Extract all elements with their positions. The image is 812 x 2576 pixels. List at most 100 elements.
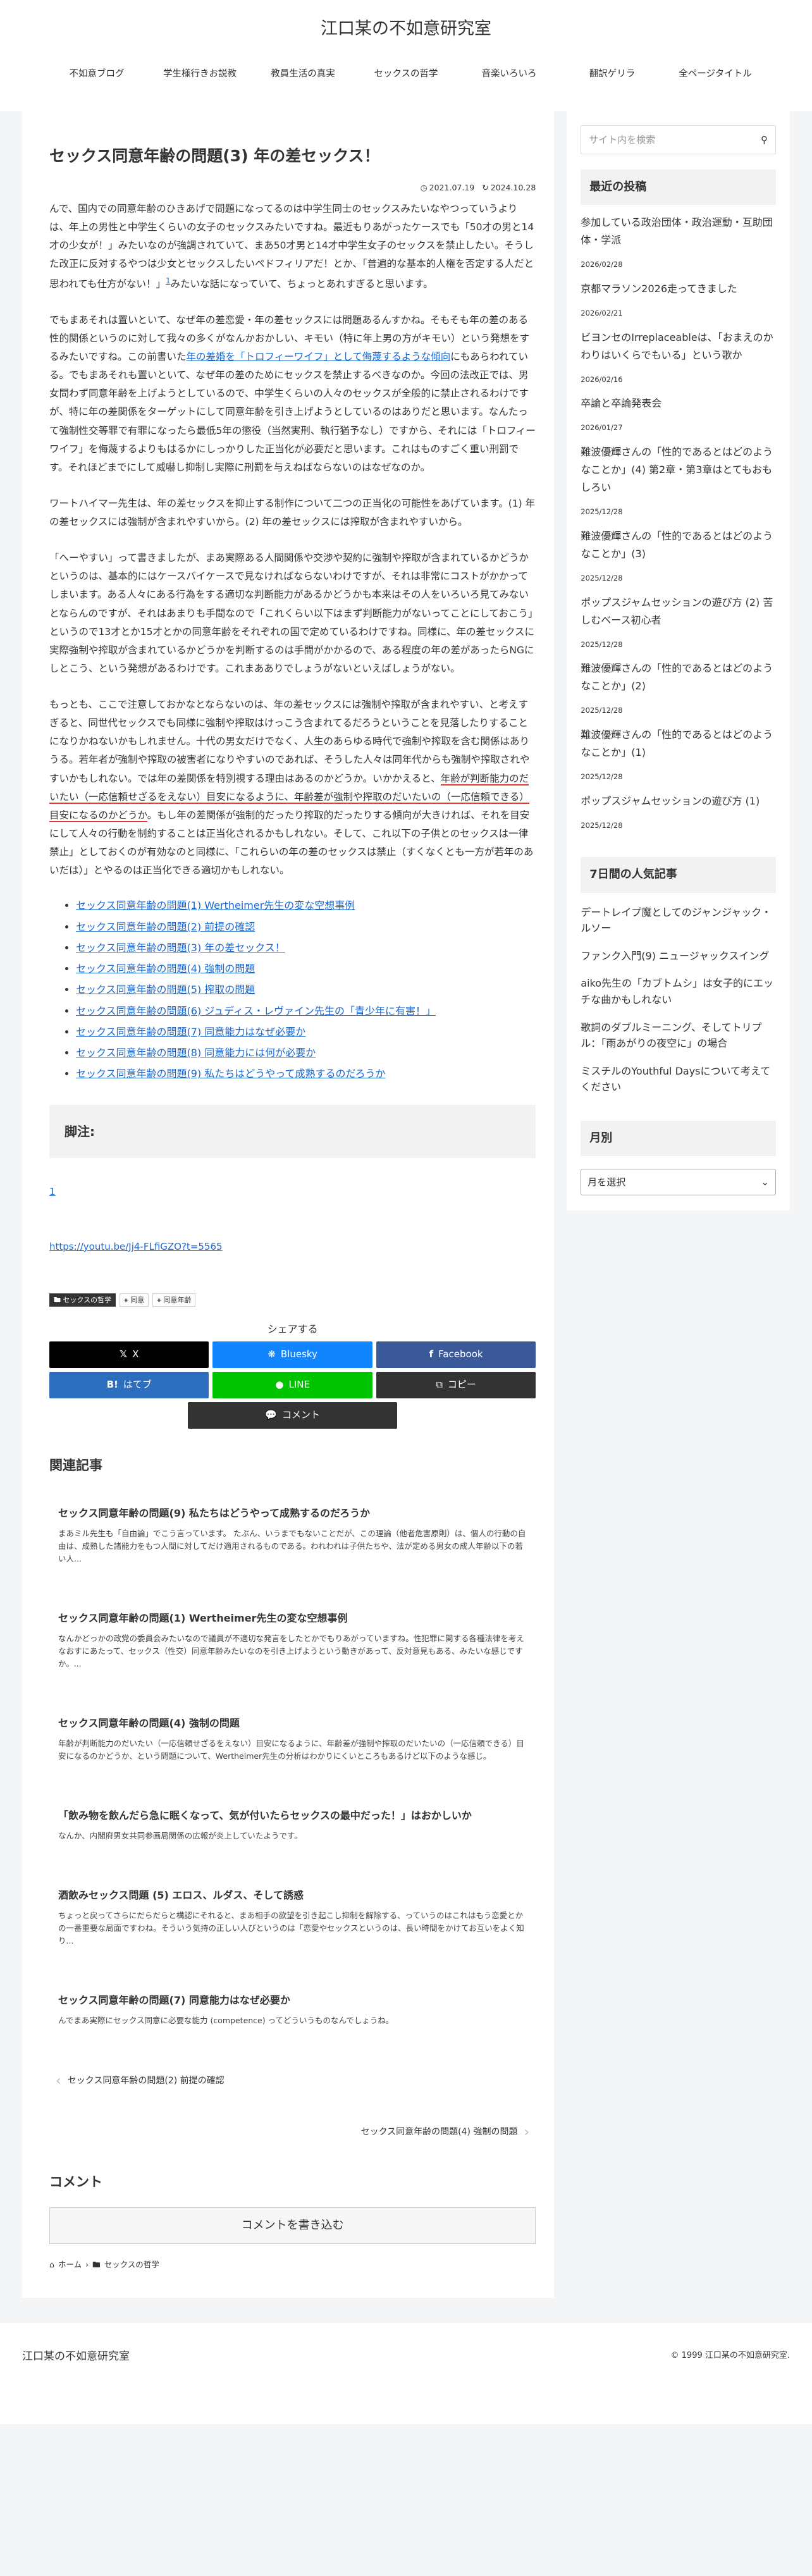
butterfly-icon: ❋ bbox=[268, 1348, 276, 1360]
comment-jump-button[interactable]: 💬 コメント bbox=[188, 1402, 398, 1429]
list-item[interactable]: 難波優輝さんの「性的であるとはどのようなことか」(4) 第2章・第3章はとてもお… bbox=[581, 443, 776, 519]
sidebar: サイト内を検索 ⚲ 最近の投稿 参加している政治団体・政治運動・互助団体・学派 2… bbox=[567, 111, 790, 2298]
list-item[interactable]: ビヨンセのIrreplaceableは、「おまえのかわりはいくらでもいる」という… bbox=[581, 329, 776, 386]
nav-item-blog[interactable]: 不如意ブログ bbox=[46, 66, 149, 82]
write-comment-button[interactable]: コメントを書き込む bbox=[49, 2207, 536, 2245]
series-link[interactable]: セックス同意年齢の問題(9) 私たちはどうやって成熟するのだろうか bbox=[76, 1068, 386, 1080]
list-item[interactable]: 参加している政治団体・政治運動・互助団体・学派 2026/02/28 bbox=[581, 214, 776, 271]
paragraph-2: でもまあそれは置いといて、なぜ年の差恋愛・年の差セックスには問題あるんすかね。そ… bbox=[49, 314, 536, 473]
list-item[interactable]: ファンク入門(9) ニュージャックスイング bbox=[581, 948, 776, 964]
site-footer: 江口某の不如意研究室 © 1999 江口某の不如意研究室. bbox=[0, 2322, 812, 2424]
breadcrumb-category[interactable]: セックスの哲学 bbox=[104, 2258, 159, 2272]
copy-button[interactable]: ⧉ コピー bbox=[376, 1371, 536, 1398]
paragraph-3: ワートハイマー先生は、年の差セックスを抑止する制作について二つの正当化の可能性を… bbox=[49, 497, 536, 528]
folder-icon: 🖿 bbox=[54, 1295, 61, 1304]
related-item[interactable]: 「飲み物を飲んだら急に眠くなって、気が付いたらセックスの最中だった！」はおかしい… bbox=[49, 1798, 536, 1852]
related-heading: 関連記事 bbox=[49, 1457, 102, 1473]
related-title: セックス同意年齢の問題(1) Wertheimer先生の変な空想事例 bbox=[58, 1612, 348, 1624]
list-item: セックス同意年齢の問題(2) 前提の確認 bbox=[76, 916, 536, 937]
series-link[interactable]: セックス同意年齢の問題(3) 年の差セックス！ bbox=[76, 942, 285, 954]
share-hatena-button[interactable]: B! はてブ bbox=[49, 1371, 209, 1398]
series-link[interactable]: セックス同意年齢の問題(5) 搾取の問題 bbox=[76, 983, 255, 995]
series-link[interactable]: セックス同意年齢の問題(7) 同意能力はなぜ必要か bbox=[76, 1026, 305, 1038]
list-item: セックス同意年齢の問題(8) 同意能力には何が必要か bbox=[76, 1042, 536, 1063]
tag[interactable]: ⚹ 同意 bbox=[120, 1293, 149, 1307]
related-item[interactable]: セックス同意年齢の問題(4) 強制の問題 年齢が判断能力のだいたい（一応信頼せざ… bbox=[49, 1706, 536, 1773]
footnote-backlink[interactable]: 1 bbox=[49, 1186, 56, 1197]
related-snippet: ちょっと戻ってさらにだらだらと構認にそれると、まあ相手の欲望を引き起こし抑制を解… bbox=[58, 1910, 524, 1945]
nav-item-sermon[interactable]: 学生様行きお説教 bbox=[149, 66, 252, 82]
month-select[interactable]: 月を選択 ⌄ bbox=[581, 1169, 776, 1196]
list-item: セックス同意年齢の問題(9) 私たちはどうやって成熟するのだろうか bbox=[76, 1063, 536, 1084]
copyright: © 1999 江口某の不如意研究室. bbox=[670, 2350, 790, 2360]
list-item[interactable]: 難波優輝さんの「性的であるとはどのようなことか」(1) 2025/12/28 bbox=[581, 726, 776, 784]
list-item[interactable]: デートレイプ魔としてのジャンジャック・ルソー bbox=[581, 904, 776, 937]
list-item[interactable]: 難波優輝さんの「性的であるとはどのようなことか」(3) 2025/12/28 bbox=[581, 527, 776, 585]
search-icon[interactable]: ⚲ bbox=[761, 132, 768, 149]
related-snippet: なんかどっかの政党の委員会みたいなので議員が不適切な発言をしたとかでもりあがって… bbox=[58, 1633, 524, 1668]
related-item[interactable]: セックス同意年齢の問題(9) 私たちはどうやって成熟するのだろうか まあミル先生… bbox=[49, 1496, 536, 1575]
category-tag[interactable]: 🖿 セックスの哲学 bbox=[49, 1293, 116, 1307]
series-link[interactable]: セックス同意年齢の問題(4) 強制の問題 bbox=[76, 963, 255, 975]
x-icon: 𝕏 bbox=[120, 1348, 128, 1360]
search-input[interactable]: サイト内を検索 ⚲ bbox=[581, 125, 776, 154]
trophy-wife-link[interactable]: 年の差婚を「トロフィーワイフ」として侮蔑するような傾向 bbox=[187, 351, 451, 362]
list-item[interactable]: 歌詞のダブルミーニング、そしてトリプル：「雨あがりの夜空に」の場合 bbox=[581, 1020, 776, 1052]
series-link[interactable]: セックス同意年齢の問題(6) ジュディス・レヴァイン先生の「青少年に有害！」 bbox=[76, 1005, 436, 1017]
series-link[interactable]: セックス同意年齢の問題(8) 同意能力には何が必要か bbox=[76, 1047, 316, 1059]
tag[interactable]: ⚹ 同意年齢 bbox=[152, 1293, 196, 1307]
related-snippet: まあミル先生も「自由論」でこう言っています。 たぶん、いうまでもないことだが、こ… bbox=[58, 1528, 526, 1563]
series-list: セックス同意年齢の問題(1) Wertheimer先生の変な空想事例 セックス同… bbox=[76, 895, 536, 1084]
footer-logo[interactable]: 江口某の不如意研究室 bbox=[22, 2347, 130, 2367]
related-item[interactable]: セックス同意年齢の問題(7) 同意能力はなぜ必要か んでまあ実際にセックス同意に… bbox=[49, 1983, 536, 2037]
comments-heading: コメント bbox=[49, 2174, 102, 2190]
list-item[interactable]: 京都マラソン2026走ってきました 2026/02/21 bbox=[581, 280, 776, 320]
list-item[interactable]: ポップスジャムセッションの遊び方 (2) 苦しむベース初心者 2025/12/28 bbox=[581, 594, 776, 651]
related-snippet: 年齢が判断能力のだいたい（一応信頼せざるをえない）目安になるように、年齢差が強制… bbox=[58, 1738, 524, 1761]
footnote-ref[interactable]: 1 bbox=[166, 276, 171, 285]
paragraph-5: もっとも、ここで注意しておかなとならないのは、年の差セックスには強制や搾取が含ま… bbox=[49, 699, 534, 877]
nav-item-all-titles[interactable]: 全ページタイトル bbox=[664, 66, 767, 82]
archive-heading: 月別 bbox=[581, 1121, 776, 1157]
related-item[interactable]: セックス同意年齢の問題(1) Wertheimer先生の変な空想事例 なんかどっ… bbox=[49, 1601, 536, 1680]
share-bluesky-button[interactable]: ❋ Bluesky bbox=[212, 1341, 372, 1368]
prev-post-link[interactable]: ‹ セックス同意年齢の問題(2) 前提の確認 bbox=[56, 2069, 536, 2094]
nav-item-philosophy[interactable]: セックスの哲学 bbox=[355, 66, 458, 82]
list-item[interactable]: ポップスジャムセッションの遊び方 (1) 2025/12/28 bbox=[581, 792, 776, 832]
list-item[interactable]: aiko先生の「カブトムシ」は女子的にエッチな曲かもしれない bbox=[581, 975, 776, 1008]
list-item[interactable]: ミスチルのYouthful Daysについて考えてください bbox=[581, 1063, 776, 1095]
related-title: 「飲み物を飲んだら急に眠くなって、気が付いたらセックスの最中だった！」はおかしい… bbox=[58, 1809, 472, 1821]
global-nav: 不如意ブログ 学生様行きお説教 教員生活の真実 セックスの哲学 音楽いろいろ 翻… bbox=[0, 66, 812, 82]
line-icon: ● bbox=[275, 1379, 284, 1391]
related-list: セックス同意年齢の問題(9) 私たちはどうやって成熟するのだろうか まあミル先生… bbox=[49, 1496, 536, 2037]
recent-posts-list: 参加している政治団体・政治運動・互助団体・学派 2026/02/28 京都マラソン… bbox=[581, 214, 776, 832]
next-post-link[interactable]: セックス同意年齢の問題(4) 強制の問題 › bbox=[49, 2120, 530, 2145]
sidebar-box: サイト内を検索 ⚲ 最近の投稿 参加している政治団体・政治運動・互助団体・学派 2… bbox=[567, 111, 790, 1211]
recent-posts-heading: 最近の投稿 bbox=[581, 169, 776, 206]
list-item[interactable]: 難波優輝さんの「性的であるとはどのようなことか」(2) 2025/12/28 bbox=[581, 660, 776, 717]
related-title: セックス同意年齢の問題(7) 同意能力はなぜ必要か bbox=[58, 1994, 290, 2006]
share-x-button[interactable]: 𝕏X bbox=[49, 1341, 209, 1368]
paragraph-1: んで、国内での同意年齢のひきあげで問題になってるのは中学生同士のセックスみたいな… bbox=[49, 203, 534, 290]
clock-icon: ◷ bbox=[420, 182, 428, 192]
nav-item-translation[interactable]: 翻訳ゲリラ bbox=[561, 66, 664, 82]
share-facebook-button[interactable]: f Facebook bbox=[376, 1341, 536, 1368]
site-title[interactable]: 江口某の不如意研究室 bbox=[0, 0, 812, 45]
share-buttons: 𝕏X ❋ Bluesky f Facebook B! はてブ ● LINE ⧉ コピー bbox=[49, 1341, 536, 1398]
related-title: セックス同意年齢の問題(4) 強制の問題 bbox=[58, 1716, 240, 1729]
nav-item-teacher[interactable]: 教員生活の真実 bbox=[252, 66, 355, 82]
youtube-link[interactable]: https://youtu.be/Jj4-FLfiGZO?t=5565 bbox=[49, 1241, 223, 1252]
series-link[interactable]: セックス同意年齢の問題(1) Wertheimer先生の変な空想事例 bbox=[76, 899, 355, 911]
series-link[interactable]: セックス同意年齢の問題(2) 前提の確認 bbox=[76, 921, 255, 933]
chevron-right-icon: › bbox=[85, 2260, 89, 2270]
chevron-down-icon: ⌄ bbox=[761, 1176, 769, 1188]
updated-date: 2024.10.28 bbox=[490, 182, 536, 192]
nav-item-music[interactable]: 音楽いろいろ bbox=[458, 66, 561, 82]
list-item[interactable]: 卒論と卒論発表会 2026/01/27 bbox=[581, 395, 776, 434]
breadcrumb-home[interactable]: ホーム bbox=[58, 2258, 82, 2272]
comment-icon: 💬 bbox=[265, 1409, 277, 1421]
share-line-button[interactable]: ● LINE bbox=[212, 1371, 372, 1398]
footnote-number: 1 bbox=[49, 1183, 536, 1200]
related-item[interactable]: 酒飲みセックス問題 (5) エロス、ルダス、そして誘惑 ちょっと戻ってさらにだら… bbox=[49, 1878, 536, 1957]
folder-icon: 🖿 bbox=[92, 2260, 101, 2270]
